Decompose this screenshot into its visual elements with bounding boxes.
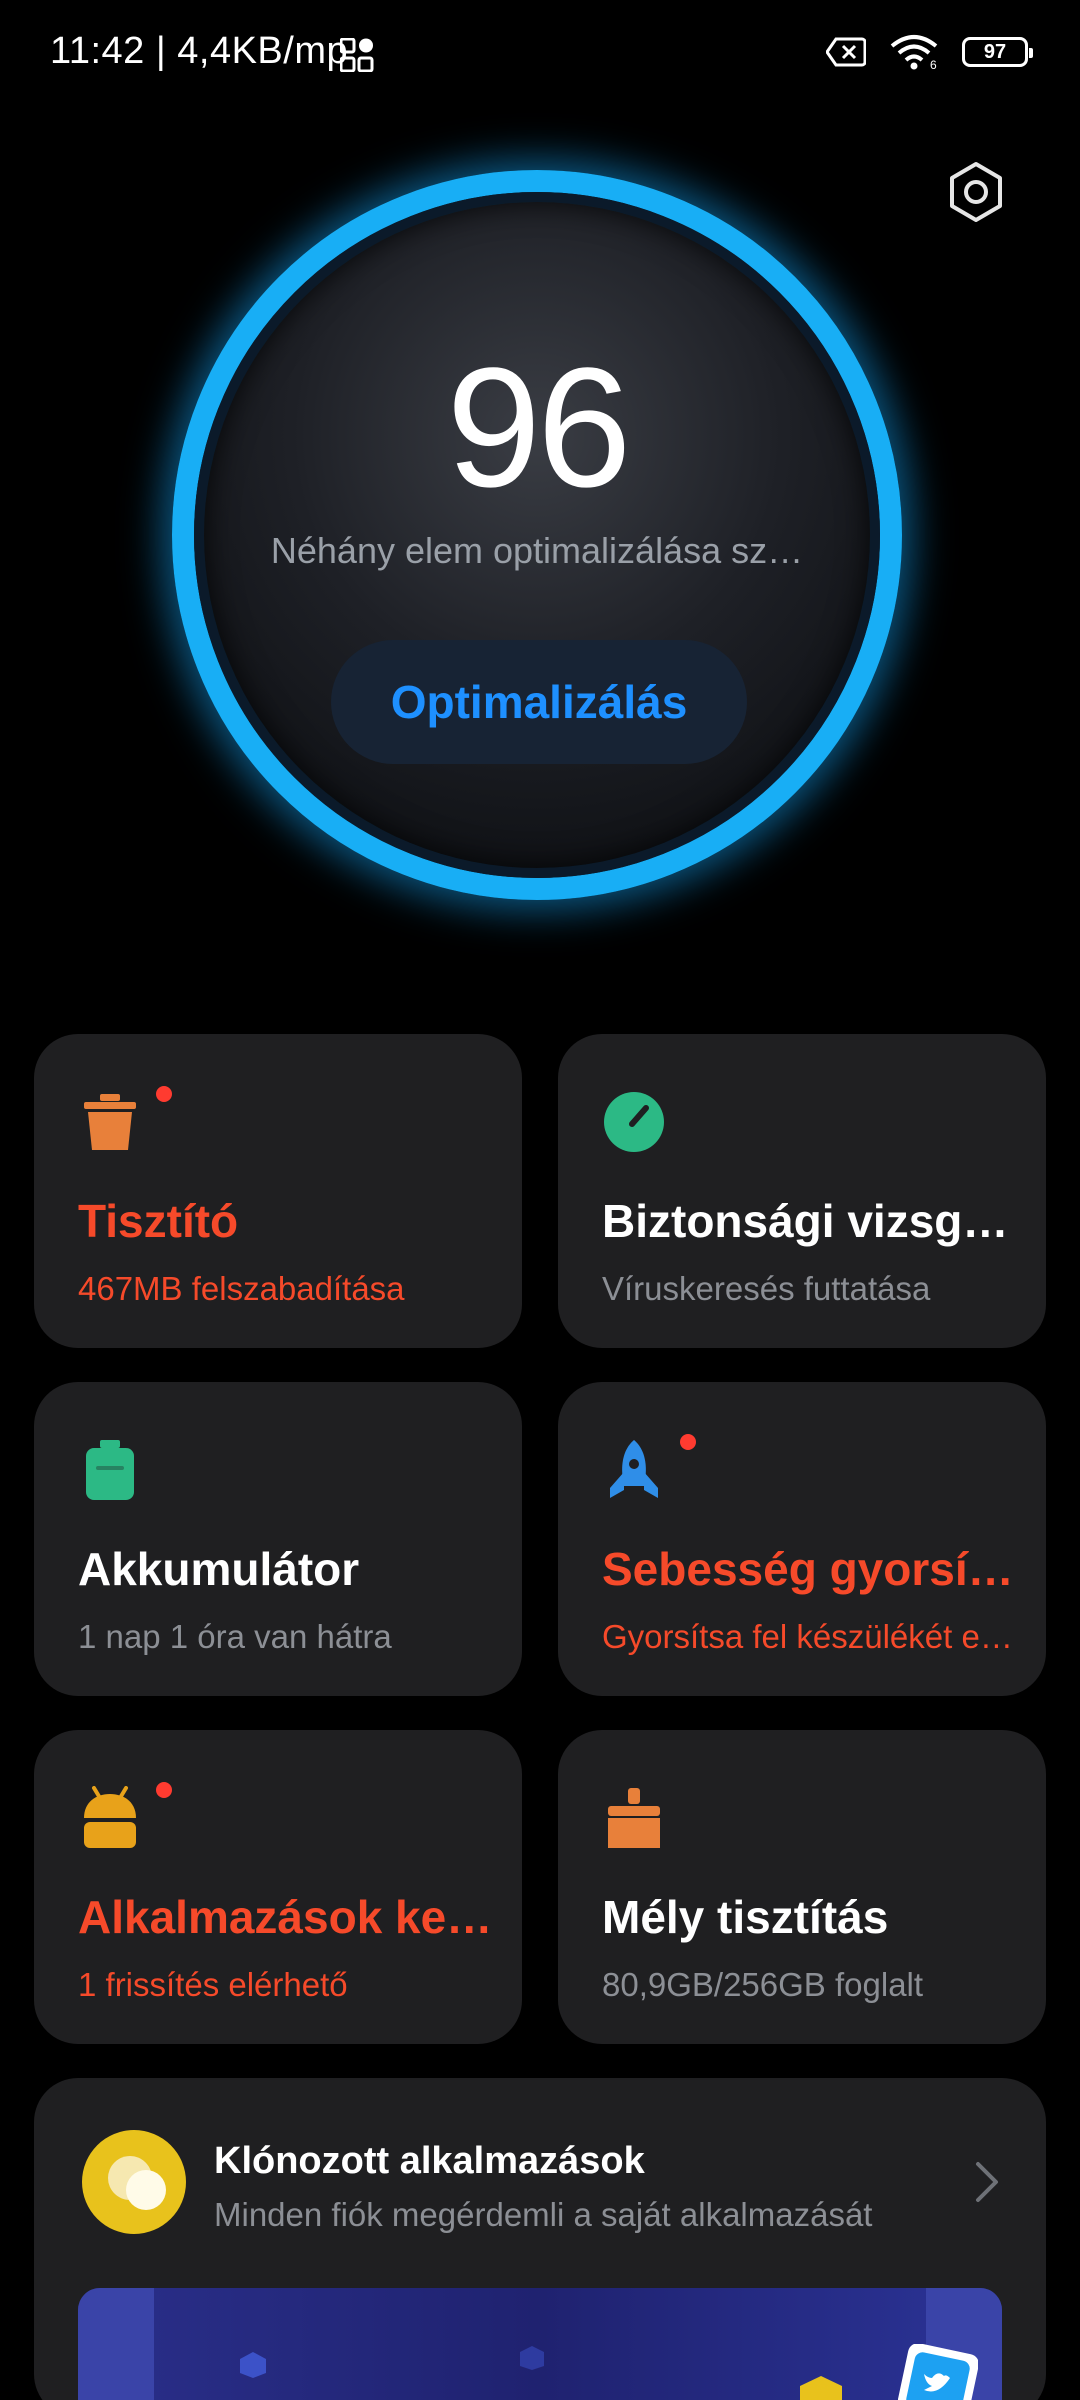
clone-circle-front — [126, 2170, 166, 2210]
clone-apps-card[interactable]: Klónozott alkalmazások Minden fiók megér… — [34, 2078, 1046, 2400]
cube-icon — [520, 2346, 544, 2370]
card-battery[interactable]: Akkumulátor 1 nap 1 óra van hátra — [34, 1382, 522, 1696]
card-subtitle: 467MB felszabadítása — [78, 1270, 405, 1307]
card-cleaner[interactable]: Tisztító 467MB felszabadítása — [34, 1034, 522, 1348]
card-subtitle: 80,9GB/256GB foglalt — [602, 1966, 924, 2003]
alert-dot — [156, 1782, 172, 1798]
clone-promo-banner[interactable] — [78, 2288, 1002, 2400]
brush-icon — [608, 1788, 660, 1848]
cube-icon — [240, 2352, 266, 2378]
card-deep-clean[interactable]: Mély tisztítás 80,9GB/256GB foglalt — [558, 1730, 1046, 2044]
battery-icon: 97 — [962, 37, 1033, 67]
score-description: Néhány elem optimalizálása sz… — [270, 530, 804, 571]
clone-subtitle: Minden fiók megérdemli a saját alkalmazá… — [214, 2196, 873, 2233]
security-app-screen: 11:42 | 4,4KB/mp 6 97 96 Néhány elem opt… — [0, 0, 1080, 2400]
status-time-speed: 11:42 | 4,4KB/mp — [50, 30, 349, 72]
battery-icon — [86, 1440, 134, 1500]
grid-icon — [340, 38, 374, 72]
cube-icon — [800, 2376, 842, 2400]
card-security-scan[interactable]: Biztonsági vizsgál… Víruskeresés futtatá… — [558, 1034, 1046, 1348]
card-title: Tisztító — [78, 1195, 239, 1247]
card-title: Mély tisztítás — [602, 1891, 889, 1943]
score-value: 96 — [446, 333, 631, 523]
card-title: Biztonsági vizsgál… — [602, 1195, 1022, 1247]
chevron-right-icon — [976, 2162, 998, 2202]
card-title: Alkalmazások kez… — [78, 1891, 498, 1943]
clone-title: Klónozott alkalmazások — [214, 2140, 645, 2182]
svg-text:6: 6 — [930, 58, 937, 70]
twitter-app-icon — [898, 2344, 978, 2400]
trash-can-icon — [84, 1094, 136, 1150]
rocket-icon — [610, 1440, 658, 1498]
card-speed-boost[interactable]: Sebesség gyorsít… Gyorsítsa fel készülék… — [558, 1382, 1046, 1696]
card-app-manager[interactable]: Alkalmazások kez… 1 frissítés elérhető — [34, 1730, 522, 2044]
android-icon — [84, 1786, 136, 1848]
card-title: Akkumulátor — [78, 1543, 360, 1595]
alert-dot — [680, 1434, 696, 1450]
card-title: Sebesség gyorsít… — [602, 1543, 1022, 1595]
score-ring: 96 Néhány elem optimalizálása sz… Optima… — [162, 160, 912, 910]
banner-band-left — [78, 2288, 154, 2400]
card-subtitle: Víruskeresés futtatása — [602, 1270, 931, 1307]
card-subtitle: 1 nap 1 óra van hátra — [78, 1618, 392, 1655]
battery-level: 97 — [983, 40, 1007, 63]
shield-gauge-icon — [604, 1092, 664, 1152]
status-icons: 6 97 — [826, 34, 1033, 70]
settings-gear-icon[interactable] — [944, 160, 1008, 224]
optimize-button[interactable]: Optimalizálás — [331, 640, 747, 764]
wifi-icon: 6 — [890, 35, 938, 70]
alert-dot — [156, 1086, 172, 1102]
card-subtitle: Gyorsítsa fel készülékét en… — [602, 1618, 1022, 1655]
sim-off-icon — [826, 37, 866, 67]
clone-circles-icon — [82, 2130, 186, 2234]
status-bar: 11:42 | 4,4KB/mp 6 97 — [0, 0, 1080, 110]
card-subtitle: 1 frissítés elérhető — [78, 1966, 348, 2003]
